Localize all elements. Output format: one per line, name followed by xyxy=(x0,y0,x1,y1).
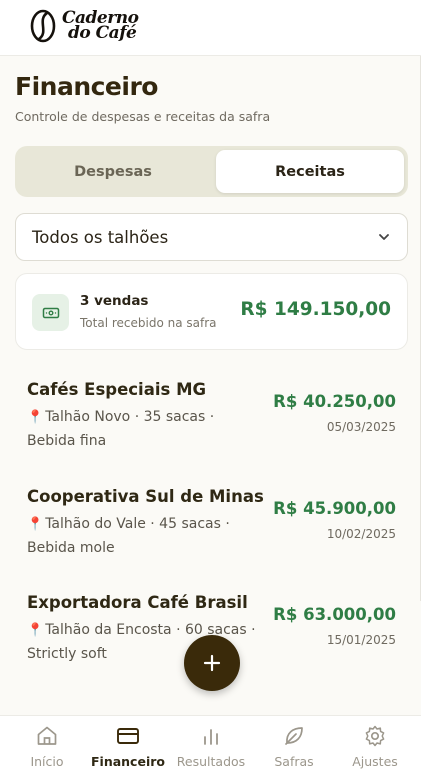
bar-chart-icon xyxy=(204,729,218,745)
logo-line-2: do Café xyxy=(68,23,137,43)
nav-label: Início xyxy=(30,754,64,769)
page-title: Financeiro xyxy=(15,72,158,101)
sale-amount: R$ 40.250,00 xyxy=(273,392,396,411)
total-revenue: R$ 149.150,00 xyxy=(240,299,391,320)
nav-item-resultados[interactable]: Resultados xyxy=(169,716,253,777)
logo-wordmark: Caderno do Café xyxy=(62,10,139,43)
list-item[interactable]: Cafés Especiais MG 📍 Talhão Novo · 35 sac… xyxy=(0,380,420,480)
nav-label: Ajustes xyxy=(352,754,398,769)
sale-date: 05/03/2025 xyxy=(326,420,396,434)
nav-label: Resultados xyxy=(176,754,246,769)
plot-info: Talhão da Encosta · 60 sacas · xyxy=(45,622,256,638)
tab-receitas[interactable]: Receitas xyxy=(216,150,404,193)
plus-icon xyxy=(203,654,221,672)
coffee-quality: Strictly soft xyxy=(27,645,107,662)
wallet-icon xyxy=(117,728,139,744)
chevron-down-icon xyxy=(379,234,389,240)
top-bar: Caderno do Café xyxy=(0,0,421,56)
plot-info: Talhão Novo · 35 sacas · xyxy=(45,409,215,425)
home-icon xyxy=(37,726,57,745)
app-logo[interactable]: Caderno do Café xyxy=(28,8,139,44)
sale-details: 📍 Talhão Novo · 35 sacas · Bebida fina xyxy=(27,406,277,452)
nav-label: Safras xyxy=(274,754,314,769)
sale-amount: R$ 45.900,00 xyxy=(273,499,396,518)
nav-item-safras[interactable]: Safras xyxy=(252,716,336,777)
summary-label: Total recebido na safra xyxy=(80,316,217,330)
type-segmented-control: Despesas Receitas xyxy=(15,146,408,197)
sale-amount: R$ 63.000,00 xyxy=(273,605,396,624)
money-icon xyxy=(32,294,69,331)
plot-filter-value: Todos os talhões xyxy=(32,227,169,247)
buyer-name: Cooperativa Sul de Minas xyxy=(27,487,264,506)
tab-despesas[interactable]: Despesas xyxy=(19,150,207,193)
leaf-icon xyxy=(285,727,303,745)
nav-item-ajustes[interactable]: Ajustes xyxy=(333,716,417,777)
nav-item-inicio[interactable]: Início xyxy=(5,716,89,777)
nav-label: Financeiro xyxy=(91,754,165,769)
location-pin-icon: 📍 xyxy=(27,410,44,425)
coffee-quality: Bebida mole xyxy=(27,539,115,556)
buyer-name: Cafés Especiais MG xyxy=(27,380,207,399)
list-item[interactable]: Cooperativa Sul de Minas 📍 Talhão do Vale… xyxy=(0,487,420,587)
coffee-bean-logo-icon xyxy=(30,9,56,43)
add-revenue-button[interactable] xyxy=(184,635,240,691)
location-pin-icon: 📍 xyxy=(27,623,44,638)
coffee-quality: Bebida fina xyxy=(27,432,107,449)
sale-details: 📍 Talhão do Vale · 45 sacas · Bebida mole xyxy=(27,513,277,559)
sale-date: 15/01/2025 xyxy=(326,633,396,647)
page-subtitle: Controle de despesas e receitas da safra xyxy=(15,109,271,124)
revenue-summary-card: 3 vendas Total recebido na safra R$ 149.… xyxy=(15,273,408,350)
bottom-navigation: Início Financeiro Resultados Safras Ajus… xyxy=(0,715,421,777)
buyer-name: Exportadora Café Brasil xyxy=(27,593,248,612)
plot-filter-select[interactable]: Todos os talhões xyxy=(15,213,408,261)
location-pin-icon: 📍 xyxy=(27,517,44,532)
nav-item-financeiro[interactable]: Financeiro xyxy=(86,716,170,777)
sales-count: 3 vendas xyxy=(80,293,149,309)
gear-icon xyxy=(365,725,385,747)
sale-date: 10/02/2025 xyxy=(326,527,396,541)
plot-info: Talhão do Vale · 45 sacas · xyxy=(45,516,230,532)
